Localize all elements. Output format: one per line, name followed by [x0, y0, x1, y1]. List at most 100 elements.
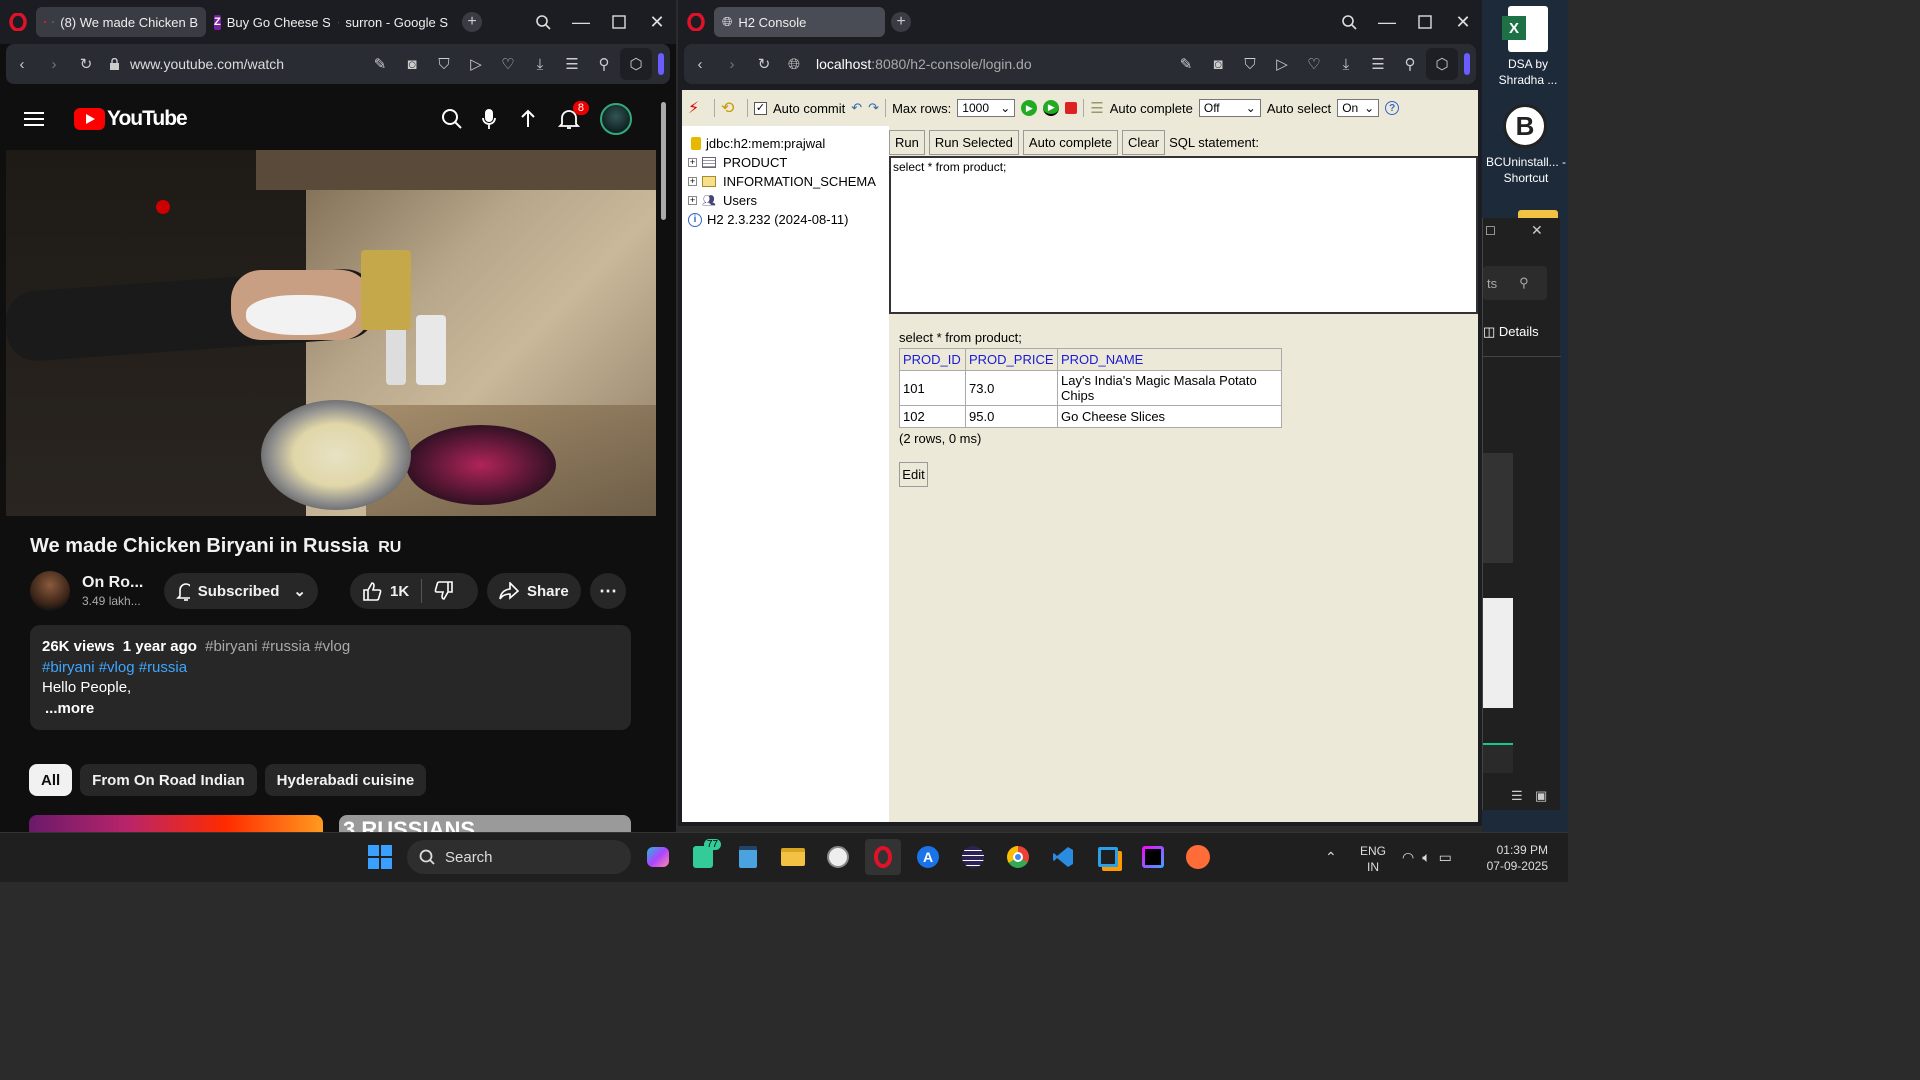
tree-item-product[interactable]: + PRODUCT [688, 153, 889, 172]
run-selected-icon[interactable]: ▶ [1043, 100, 1060, 116]
thumbnail-view-icon[interactable]: ▣ [1535, 788, 1547, 804]
language-indicator[interactable]: ENG IN [1360, 843, 1386, 875]
shield-icon[interactable]: ⛉ [1234, 48, 1266, 80]
refresh-icon[interactable]: ⟲ [721, 98, 741, 118]
channel-name[interactable]: On Ro... [82, 574, 158, 592]
camera-icon[interactable]: ◙ [396, 48, 428, 80]
task-app-icon[interactable]: 77 [685, 839, 721, 875]
reload-icon[interactable]: ↻ [70, 48, 102, 80]
minimize-button[interactable]: — [562, 0, 600, 44]
video-player[interactable] [6, 150, 656, 516]
description-box[interactable]: 26K views 1 year ago #biryani #russia #v… [30, 625, 631, 730]
hamburger-menu-icon[interactable] [24, 111, 44, 127]
column-header[interactable]: PROD_PRICE [965, 348, 1058, 371]
vscode-icon[interactable] [1045, 839, 1081, 875]
auto-complete-select[interactable]: Off ⌄ [1198, 99, 1261, 117]
postman-icon[interactable] [1180, 839, 1216, 875]
close-button[interactable]: ✕ [1444, 0, 1482, 44]
opera-taskbar-icon[interactable] [865, 839, 901, 875]
hashtag-links[interactable]: #biryani #vlog #russia [42, 658, 619, 679]
taskbar-search[interactable]: Search [407, 840, 631, 874]
more-actions-button[interactable]: ⋯ [590, 573, 626, 609]
tab-h2-console[interactable]: 🌐︎ H2 Console [714, 7, 885, 37]
back-icon[interactable]: ‹ [6, 48, 38, 80]
details-button[interactable]: ◫ Details [1483, 324, 1539, 340]
sql-editor[interactable]: select * from product; [889, 156, 1478, 314]
desktop-icon-bcuninstaller[interactable]: B BCUninstall... - Shortcut [1482, 104, 1568, 186]
chip-all[interactable]: All [29, 764, 73, 796]
camera-icon[interactable]: ◙ [1202, 48, 1234, 80]
auto-complete-button[interactable]: Auto complete [1022, 130, 1119, 155]
dislike-button[interactable] [422, 581, 466, 601]
shield-icon[interactable]: ⛉ [428, 48, 460, 80]
tree-item-information-schema[interactable]: + INFORMATION_SCHEMA [688, 172, 889, 191]
notepad-icon[interactable] [730, 839, 766, 875]
stop-icon[interactable] [1065, 102, 1078, 114]
scrollbar[interactable] [661, 90, 667, 830]
expand-icon[interactable]: + [688, 196, 697, 205]
chrome-icon[interactable] [1000, 839, 1036, 875]
opera-logo-icon[interactable] [0, 6, 36, 38]
search-icon[interactable] [442, 109, 462, 129]
new-tab-button[interactable]: + [456, 6, 488, 38]
maximize-button[interactable]: ☐ [1485, 224, 1496, 238]
tab-youtube[interactable]: (8) We made Chicken B [36, 7, 206, 37]
copilot-icon[interactable] [640, 839, 676, 875]
menu-icon[interactable]: ☰ [556, 48, 588, 80]
share-button[interactable]: Share [487, 573, 581, 609]
tree-connection[interactable]: jdbc:h2:mem:prajwal [688, 134, 889, 153]
background-window[interactable]: ☐ ✕ ts ⚲ ◫ Details ☰ ▣ [1482, 218, 1561, 810]
download-icon[interactable]: ⤓ [1330, 48, 1362, 80]
opera-logo-icon[interactable] [678, 6, 714, 38]
run-icon[interactable]: ▶ [1021, 100, 1038, 116]
rollback-icon[interactable]: ↶ [851, 100, 862, 116]
thumbnail-2[interactable]: 3 RUSSIANS [339, 815, 631, 832]
auto-commit-checkbox[interactable]: ✓ [754, 101, 767, 115]
windows-start-icon[interactable] [362, 839, 398, 875]
new-tab-button[interactable]: + [885, 6, 917, 38]
maximize-button[interactable] [1406, 0, 1444, 44]
edit-page-icon[interactable]: ✎ [1170, 48, 1202, 80]
commit-icon[interactable]: ↷ [868, 100, 879, 116]
upload-icon[interactable] [520, 109, 536, 129]
close-button[interactable]: ✕ [638, 0, 676, 44]
profile-icon[interactable]: ⚲ [588, 48, 620, 80]
clock-app-icon[interactable] [820, 839, 856, 875]
url-field[interactable]: localhost:8080/h2-console/login.do [816, 56, 1170, 72]
close-button[interactable]: ✕ [1531, 222, 1543, 239]
thumbnail-1[interactable] [29, 815, 323, 832]
forward-icon[interactable]: › [716, 48, 748, 80]
reload-icon[interactable]: ↻ [748, 48, 780, 80]
auto-select-select[interactable]: On ⌄ [1337, 99, 1380, 117]
desktop-icon-excel[interactable]: X DSA by Shradha ... [1490, 6, 1566, 88]
run-selected-button[interactable]: Run Selected [928, 130, 1019, 155]
help-icon[interactable]: ? [1385, 101, 1400, 115]
tab-google[interactable]: surron - Google S [330, 7, 456, 37]
heart-icon[interactable]: ♡ [492, 48, 524, 80]
edit-page-icon[interactable]: ✎ [364, 48, 396, 80]
profile-icon[interactable]: ⚲ [1394, 48, 1426, 80]
site-info-icon[interactable]: 🌐︎ [780, 48, 808, 80]
expand-icon[interactable]: + [688, 177, 697, 186]
search-tabs-icon[interactable] [524, 0, 562, 44]
minimize-button[interactable]: — [1368, 0, 1406, 44]
tree-item-users[interactable]: + 👥︎ Users [688, 191, 889, 210]
subscribed-button[interactable]: Subscribed ⌄ [164, 573, 318, 609]
dev-app-icon[interactable] [1090, 839, 1126, 875]
edit-button[interactable]: Edit [899, 462, 928, 487]
expand-icon[interactable]: + [688, 158, 697, 167]
maximize-button[interactable] [600, 0, 638, 44]
app-store-icon[interactable]: A [910, 839, 946, 875]
system-tray[interactable]: ◠ 🔈︎ ▭ [1402, 849, 1452, 866]
chip-cuisine[interactable]: Hyderabadi cuisine [264, 764, 427, 796]
download-icon[interactable]: ⤓ [524, 48, 556, 80]
show-hidden-icons[interactable]: ⌃ [1325, 849, 1337, 866]
flow-send-icon[interactable]: ▷ [460, 48, 492, 80]
speaker-icon[interactable] [52, 16, 54, 28]
back-icon[interactable]: ‹ [684, 48, 716, 80]
forward-icon[interactable]: › [38, 48, 70, 80]
side-search-box[interactable]: ts ⚲ [1483, 266, 1547, 300]
youtube-logo[interactable]: YouTube [74, 107, 188, 131]
url-field[interactable]: www.youtube.com/watch [130, 56, 364, 72]
avatar[interactable] [600, 103, 632, 135]
